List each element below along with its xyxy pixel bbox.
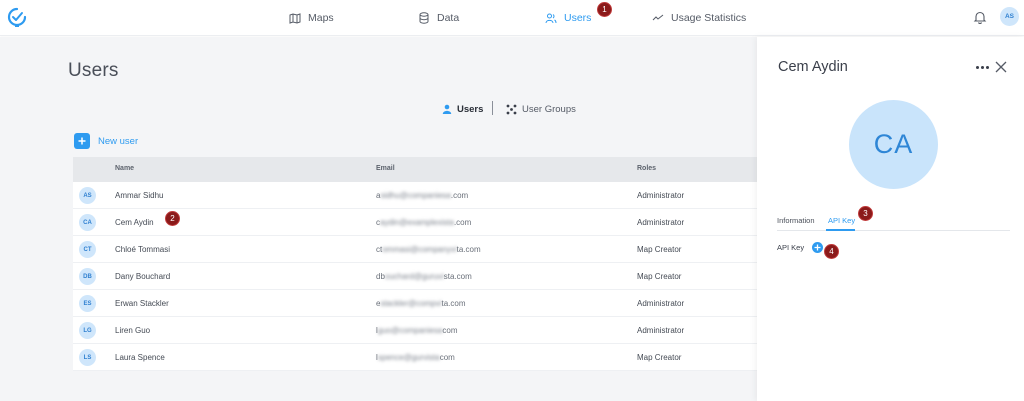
- more-options-button[interactable]: [974, 61, 990, 73]
- bell-icon[interactable]: [973, 10, 987, 24]
- add-api-key-button[interactable]: [812, 242, 823, 253]
- table-row[interactable]: DB Dany Bouchard dbouchard@guruvista.com…: [73, 263, 757, 290]
- user-email: asidhu@companiesa.com: [376, 191, 469, 200]
- api-key-label: API Key: [777, 243, 805, 252]
- user-name: Cem Aydin: [115, 218, 154, 227]
- user-role: Administrator: [637, 326, 685, 335]
- user-name: Ammar Sidhu: [115, 191, 164, 200]
- nav-maps[interactable]: Maps: [289, 0, 334, 36]
- user-role: Administrator: [637, 218, 685, 227]
- map-icon: [289, 12, 301, 24]
- nav-usage-label: Usage Statistics: [671, 12, 747, 24]
- user-groups-icon: [506, 104, 517, 114]
- avatar: AS: [79, 187, 96, 204]
- page-title: Users: [68, 60, 119, 81]
- nav-maps-label: Maps: [308, 12, 334, 24]
- nav-data-label: Data: [437, 12, 460, 24]
- close-icon[interactable]: [995, 61, 1007, 73]
- trend-line-icon: [652, 12, 664, 24]
- more-dot-icon: [975, 65, 979, 69]
- table-row[interactable]: ES Erwan Stackler estackler@compvita.com…: [73, 290, 757, 317]
- plus-icon: [814, 244, 821, 251]
- new-user-link[interactable]: New user: [98, 136, 138, 147]
- user-name: Erwan Stackler: [115, 299, 169, 308]
- annotation-marker-3: 3: [858, 206, 873, 221]
- table-row[interactable]: LS Laura Spence lspence@gurvistacom Map …: [73, 344, 757, 371]
- segment-user-groups-label: User Groups: [522, 103, 576, 115]
- user-role: Map Creator: [637, 272, 682, 281]
- database-icon: [418, 12, 430, 24]
- tab-information[interactable]: Information: [777, 216, 815, 225]
- user-email: dbouchard@guruvista.com: [376, 272, 472, 281]
- tab-api-key[interactable]: API Key: [828, 216, 855, 225]
- user-role: Map Creator: [637, 245, 682, 254]
- new-user-button[interactable]: [74, 133, 90, 149]
- panel-avatar: CA: [849, 100, 938, 189]
- avatar: DB: [79, 268, 96, 285]
- annotation-marker-4: 4: [824, 244, 839, 259]
- user-role: Map Creator: [637, 353, 682, 362]
- active-tab-indicator: [826, 229, 855, 231]
- users-icon: [545, 12, 557, 24]
- avatar: CT: [79, 241, 96, 258]
- table-row[interactable]: AS Ammar Sidhu asidhu@companiesa.com Adm…: [73, 182, 757, 209]
- user-email: lguo@companiesacom: [376, 326, 458, 335]
- table-row[interactable]: LG Liren Guo lguo@companiesacom Administ…: [73, 317, 757, 344]
- segment-user-groups[interactable]: User Groups: [506, 102, 576, 116]
- avatar: LS: [79, 349, 96, 366]
- user-name: Laura Spence: [115, 353, 165, 362]
- segment-users-label: Users: [457, 103, 484, 115]
- annotation-marker-1: 1: [597, 2, 612, 17]
- user-icon: [442, 104, 452, 114]
- more-dot-icon: [980, 65, 984, 69]
- user-detail-panel: Cem Aydin CA Information API Key API Key: [757, 37, 1024, 401]
- panel-user-name: Cem Aydin: [778, 59, 848, 75]
- column-header-name[interactable]: Name: [115, 165, 134, 172]
- app-logo-icon[interactable]: [6, 6, 28, 28]
- user-role: Administrator: [637, 299, 685, 308]
- user-name: Chloé Tommasi: [115, 245, 170, 254]
- avatar: LG: [79, 322, 96, 339]
- top-navigation-bar: Maps Data Users Usage Statistics AS: [0, 0, 1024, 36]
- current-user-avatar[interactable]: AS: [1000, 7, 1019, 26]
- users-page: Users Users User Groups New user Name Em…: [0, 37, 757, 401]
- user-name: Dany Bouchard: [115, 272, 171, 281]
- nav-data[interactable]: Data: [418, 0, 459, 36]
- segment-divider: [492, 101, 493, 115]
- user-email: lspence@gurvistacom: [376, 353, 455, 362]
- user-role: Administrator: [637, 191, 685, 200]
- annotation-marker-2: 2: [165, 211, 180, 226]
- user-email: ctommasi@companyvita.com: [376, 245, 481, 254]
- table-header: Name Email Roles: [73, 157, 757, 182]
- table-row[interactable]: CT Chloé Tommasi ctommasi@companyvita.co…: [73, 236, 757, 263]
- user-email: estackler@compvita.com: [376, 299, 466, 308]
- plus-icon: [78, 137, 86, 145]
- column-header-email[interactable]: Email: [376, 165, 395, 172]
- nav-users[interactable]: Users: [545, 0, 591, 36]
- column-header-roles[interactable]: Roles: [637, 165, 656, 172]
- segment-users[interactable]: Users: [442, 102, 483, 116]
- more-dot-icon: [985, 65, 989, 69]
- avatar: CA: [79, 214, 96, 231]
- avatar: ES: [79, 295, 96, 312]
- tab-divider: [777, 230, 1010, 231]
- nav-users-label: Users: [564, 12, 592, 24]
- user-email: caydin@examplexista.com: [376, 218, 472, 227]
- nav-usage-statistics[interactable]: Usage Statistics: [652, 0, 746, 36]
- user-name: Liren Guo: [115, 326, 151, 335]
